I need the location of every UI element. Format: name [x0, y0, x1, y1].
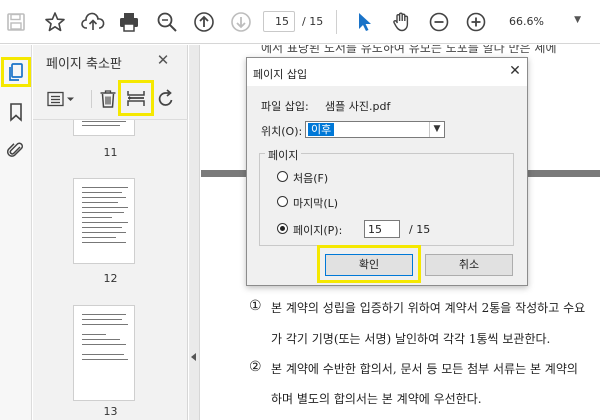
group-title: 페이지	[265, 147, 302, 163]
document-text-line: 본 계약의 성립을 입증하기 위하여 계약서 2통을 작성하고 수요	[271, 301, 586, 315]
thumbnail-page-number: 12	[103, 272, 118, 285]
panel-title: 페이지 축소판	[46, 57, 122, 72]
location-value: 이후	[308, 123, 335, 136]
radio-page-label[interactable]: 페이지(P):	[293, 222, 342, 238]
chevron-down-icon: ▼	[429, 122, 444, 137]
cancel-button[interactable]: 취소	[425, 254, 513, 276]
thumbnail-page-number: 13	[103, 405, 118, 418]
zoom-out-icon[interactable]	[425, 8, 453, 36]
hand-tool-icon[interactable]	[388, 8, 416, 36]
document-text-line: 하며 별도의 합의서는 본 계약에 우선한다.	[271, 392, 482, 406]
clause-number: ②	[249, 359, 262, 375]
thumbnails-panel: 페이지 축소판 ✕ 11 12 13	[33, 45, 188, 420]
panel-splitter[interactable]	[189, 45, 200, 420]
zoom-select[interactable]: 66.6% ▼	[503, 11, 585, 32]
dialog-close-icon[interactable]: ✕	[507, 63, 523, 79]
save-icon[interactable]	[2, 8, 30, 36]
page-thumbnail[interactable]	[73, 305, 135, 401]
zoom-value: 66.6%	[509, 15, 544, 28]
location-label: 위치(O):	[261, 125, 303, 138]
thumbnail-options-button[interactable]	[45, 86, 79, 112]
page-number-field[interactable]: 15	[364, 220, 400, 238]
next-page-icon[interactable]	[227, 8, 255, 36]
file-label: 파일 삽입:	[261, 100, 309, 113]
dialog-title: 페이지 삽입	[253, 68, 308, 81]
navigation-rail	[0, 45, 32, 420]
radio-first-label[interactable]: 처음(F)	[293, 170, 328, 186]
page-number-input[interactable]: 15	[263, 11, 295, 32]
document-text-line: 에서 표당된 도서를 유도하여 유모는 도포를 알다 만은 세에	[261, 45, 557, 55]
attachment-icon[interactable]	[3, 137, 29, 163]
location-select[interactable]: 이후 ▼	[305, 121, 445, 138]
zoom-search-icon[interactable]	[153, 8, 181, 36]
insert-pages-dialog: 페이지 삽입 ✕ 파일 삽입: 샘플 사진.pdf 위치(O): 이후 ▼ 페이…	[246, 57, 528, 286]
radio-last-label[interactable]: 마지막(L)	[293, 195, 338, 211]
cloud-upload-icon[interactable]	[79, 8, 107, 36]
dialog-titlebar[interactable]: 페이지 삽입 ✕	[247, 58, 527, 86]
chevron-down-icon: ▼	[574, 15, 581, 25]
clause-number: ①	[249, 298, 262, 314]
page-thumbnail[interactable]	[73, 178, 135, 264]
panel-toolbar-divider	[91, 90, 92, 108]
document-text-line: 가 각기 기명(또는 서명) 날인하여 각각 1통씩 보관한다.	[271, 332, 551, 346]
page-thumbnails-icon[interactable]	[1, 57, 31, 87]
radio-last[interactable]	[277, 196, 288, 207]
page-total: / 15	[302, 15, 324, 28]
ok-button[interactable]: 확인	[325, 254, 413, 276]
file-name: 샘플 사진.pdf	[325, 100, 391, 113]
toolbar-divider	[336, 10, 337, 34]
main-toolbar: 15 / 15 66.6% ▼	[0, 0, 600, 44]
thumbnail-list[interactable]: 11 12 13	[33, 119, 188, 420]
thumbnail-page-number: 11	[103, 146, 118, 159]
collapse-arrow-icon[interactable]	[191, 353, 196, 361]
radio-page[interactable]	[277, 223, 288, 234]
delete-page-icon[interactable]	[96, 86, 120, 112]
bookmark-star-icon[interactable]	[41, 8, 69, 36]
previous-page-icon[interactable]	[190, 8, 218, 36]
rotate-page-icon[interactable]	[154, 86, 178, 112]
bookmark-icon[interactable]	[3, 99, 29, 125]
select-cursor-icon[interactable]	[350, 8, 378, 36]
zoom-in-icon[interactable]	[462, 8, 490, 36]
page-thumbnail[interactable]	[73, 120, 135, 136]
insert-page-icon[interactable]	[118, 80, 154, 116]
panel-close-icon[interactable]: ✕	[154, 51, 172, 69]
print-icon[interactable]	[115, 8, 143, 36]
page-total-label: / 15	[409, 223, 431, 236]
document-text-line: 본 계약에 수반한 합의서, 문서 등 모든 첨부 서류는 본 계약의	[271, 362, 578, 376]
radio-first[interactable]	[277, 171, 288, 182]
